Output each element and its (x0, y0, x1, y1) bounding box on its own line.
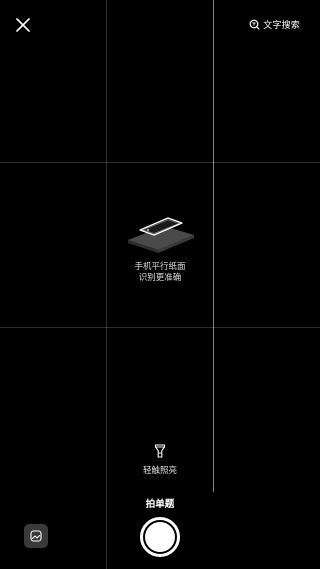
close-button[interactable] (12, 14, 34, 36)
grid-line-vertical-left (106, 0, 107, 569)
grid-line-horizontal-top (0, 162, 320, 163)
hint-line-1: 手机平行纸面 (134, 262, 186, 272)
grid-line-horizontal-bottom (0, 327, 320, 328)
shutter-icon (145, 522, 175, 552)
shutter-button[interactable] (140, 517, 180, 557)
close-icon (16, 18, 30, 32)
text-search-button[interactable]: 文字搜索 (249, 16, 300, 32)
text-search-icon (249, 19, 260, 30)
flashlight-label: 轻触照亮 (142, 466, 177, 476)
gallery-icon (30, 530, 42, 542)
flashlight-icon (154, 444, 166, 458)
flashlight-button[interactable]: 轻触照亮 (140, 444, 180, 480)
phone-parallel-icon (128, 217, 194, 253)
hint-line-2: 识别更准确 (138, 273, 182, 283)
gallery-button[interactable] (24, 524, 48, 548)
text-search-label: 文字搜索 (263, 20, 300, 31)
grid-line-vertical-right (213, 0, 214, 492)
mode-single-question[interactable]: 拍单题 (110, 496, 210, 510)
